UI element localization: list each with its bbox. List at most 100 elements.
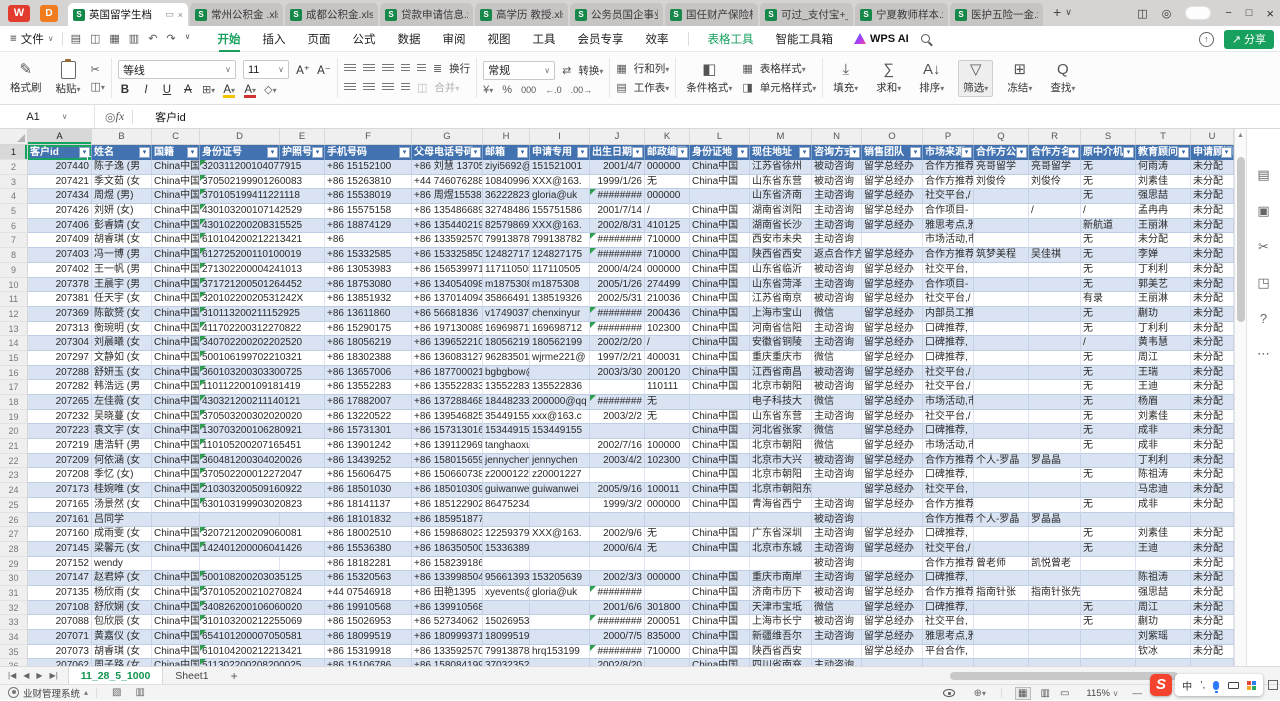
- align-middle-icon[interactable]: [363, 64, 375, 73]
- column-header-S[interactable]: S: [1081, 129, 1136, 144]
- cell[interactable]: ########: [590, 586, 645, 601]
- cell[interactable]: 未分配: [1191, 366, 1234, 381]
- percent-icon[interactable]: %: [502, 84, 512, 96]
- cell[interactable]: +86 周煜15538: [412, 189, 483, 204]
- cell[interactable]: [1029, 366, 1081, 381]
- row-header[interactable]: 16: [0, 366, 28, 381]
- cell[interactable]: [590, 380, 645, 395]
- cell[interactable]: 2002/8/31: [590, 219, 645, 234]
- column-header-A[interactable]: A: [28, 129, 92, 144]
- cell[interactable]: 社交平台,/: [923, 542, 974, 557]
- cell[interactable]: 200051: [645, 615, 690, 630]
- cell[interactable]: 340702200202202520: [200, 336, 280, 351]
- cell[interactable]: 山东省东营: [750, 175, 812, 190]
- cell[interactable]: [1029, 601, 1081, 616]
- cell[interactable]: 无: [1081, 233, 1136, 248]
- cell[interactable]: 留学总经办: [862, 263, 923, 278]
- cell[interactable]: 何雨涛: [1136, 160, 1191, 175]
- cell[interactable]: 河北省张家: [750, 424, 812, 439]
- cell[interactable]: China中国: [690, 233, 750, 248]
- cell[interactable]: 合作方推荐,: [923, 513, 974, 528]
- cell[interactable]: 000000: [645, 498, 690, 513]
- cell[interactable]: [1029, 292, 1081, 307]
- header-cell-B[interactable]: 姓名▾: [92, 145, 152, 160]
- cell[interactable]: 962835011: [483, 351, 530, 366]
- sort-button[interactable]: A↓ 排序▾: [915, 61, 948, 96]
- cell[interactable]: chenxinyur: [530, 307, 590, 322]
- cell[interactable]: China中国: [690, 292, 750, 307]
- cell[interactable]: +86 17882007: [325, 395, 412, 410]
- cell[interactable]: [530, 498, 590, 513]
- filter-dropdown-icon[interactable]: ▾: [470, 147, 481, 158]
- cell[interactable]: [1029, 571, 1081, 586]
- cell[interactable]: 留学总经办: [862, 322, 923, 337]
- cell[interactable]: 留学总经办: [862, 292, 923, 307]
- side-panel-icon[interactable]: ▤: [1257, 167, 1269, 183]
- keyboard-icon[interactable]: [1228, 682, 1239, 689]
- save-icon[interactable]: ▤: [71, 32, 81, 45]
- cell[interactable]: 被动咨询: [812, 263, 862, 278]
- cell[interactable]: [530, 659, 590, 666]
- cell[interactable]: 合作方推荐: [923, 248, 974, 263]
- cell[interactable]: [974, 439, 1029, 454]
- cell[interactable]: 411702200312270822: [200, 322, 280, 337]
- cell[interactable]: +86 1809993716: [412, 630, 483, 645]
- fullscreen-icon[interactable]: [1268, 680, 1278, 690]
- cell[interactable]: m1875308: [530, 278, 590, 293]
- row-header[interactable]: 28: [0, 542, 28, 557]
- cell[interactable]: 市场活动,市: [923, 395, 974, 410]
- cell[interactable]: [1029, 278, 1081, 293]
- cell[interactable]: 未分配: [1191, 542, 1234, 557]
- row-header[interactable]: 15: [0, 351, 28, 366]
- cell[interactable]: 2002/5/31: [590, 292, 645, 307]
- cell[interactable]: +86 13851932: [325, 292, 412, 307]
- cell[interactable]: 广东省深圳: [750, 527, 812, 542]
- cell[interactable]: 未分配: [1191, 189, 1234, 204]
- cell[interactable]: China中国: [690, 468, 750, 483]
- cell[interactable]: 153449155: [530, 424, 590, 439]
- column-header-F[interactable]: F: [325, 129, 412, 144]
- minimize-button[interactable]: −: [1225, 7, 1231, 19]
- cell[interactable]: 刘俊伶: [1029, 175, 1081, 190]
- cell[interactable]: 有录: [1081, 292, 1136, 307]
- cell[interactable]: [530, 439, 590, 454]
- cell[interactable]: 207265: [28, 395, 92, 410]
- cell[interactable]: ########: [590, 189, 645, 204]
- cell[interactable]: 成非: [1136, 439, 1191, 454]
- cell[interactable]: 207369: [28, 307, 92, 322]
- cell[interactable]: 135522836: [483, 380, 530, 395]
- cell[interactable]: 2000/6/4: [590, 542, 645, 557]
- prev-sheet-icon[interactable]: ◀: [23, 671, 29, 680]
- cell[interactable]: China中国: [152, 615, 200, 630]
- italic-button[interactable]: I: [139, 84, 153, 96]
- cell[interactable]: China中国: [152, 601, 200, 616]
- cell[interactable]: 110105200207165451: [200, 439, 280, 454]
- cell[interactable]: 371721200501264452: [200, 278, 280, 293]
- row-header[interactable]: 19: [0, 410, 28, 425]
- cell[interactable]: +86 1354402198: [412, 219, 483, 234]
- cell[interactable]: [974, 645, 1029, 660]
- cell[interactable]: 返点合作方: [812, 248, 862, 263]
- cell[interactable]: +86 15319918: [325, 645, 412, 660]
- cell[interactable]: 2001/6/6: [590, 601, 645, 616]
- cell[interactable]: 北京市朝阳: [750, 468, 812, 483]
- cell[interactable]: China中国: [152, 527, 200, 542]
- cell[interactable]: China中国: [152, 645, 200, 660]
- cell[interactable]: 留学总经办: [862, 468, 923, 483]
- menu-视图[interactable]: 视图: [477, 27, 522, 51]
- cell[interactable]: +86 15026953: [325, 615, 412, 630]
- cell[interactable]: 138519326: [530, 292, 590, 307]
- filter-dropdown-icon[interactable]: ▾: [677, 147, 688, 158]
- cell[interactable]: 被动咨询: [812, 292, 862, 307]
- cell[interactable]: jennychen: [530, 454, 590, 469]
- cell[interactable]: 2005/1/26: [590, 278, 645, 293]
- cell[interactable]: 被动咨询: [812, 557, 862, 572]
- cell[interactable]: xyevents@: [483, 586, 530, 601]
- cell[interactable]: ########: [590, 395, 645, 410]
- cell[interactable]: 王迪: [1136, 380, 1191, 395]
- cell[interactable]: +86 19910568: [325, 601, 412, 616]
- cell[interactable]: 任天宇 (女: [92, 292, 152, 307]
- cell[interactable]: 湖南省长沙: [750, 219, 812, 234]
- cell[interactable]: [152, 513, 200, 528]
- cell[interactable]: [483, 601, 530, 616]
